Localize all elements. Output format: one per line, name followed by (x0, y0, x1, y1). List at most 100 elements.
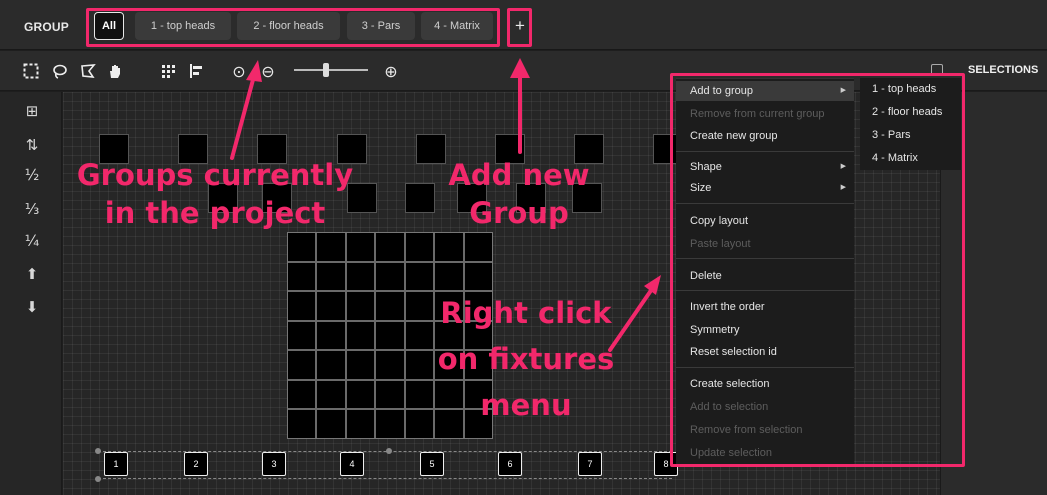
numbered-fixture[interactable]: 4 (340, 452, 364, 476)
numbered-fixture[interactable]: 2 (184, 452, 208, 476)
menu-item-create-selection[interactable]: Create selection (676, 374, 854, 394)
matrix-cell[interactable] (317, 351, 345, 379)
matrix-cell[interactable] (405, 292, 434, 320)
align-icon[interactable] (186, 60, 208, 82)
half-icon[interactable]: ½ (19, 164, 45, 186)
matrix-cell[interactable] (376, 262, 404, 291)
matrix-cell[interactable] (288, 233, 316, 261)
tab-floor-heads[interactable]: 2 - floor heads (237, 12, 340, 40)
numbered-fixture[interactable]: 7 (578, 452, 602, 476)
zoom-out-icon[interactable]: ⊖ (257, 60, 279, 82)
selection-handle[interactable] (95, 476, 101, 482)
zoom-slider-track[interactable] (294, 69, 368, 71)
zoom-slider-handle[interactable] (323, 63, 329, 77)
matrix-cell[interactable] (435, 262, 463, 291)
swap-order-icon[interactable]: ⇅ (19, 134, 45, 156)
menu-item-add-to-group[interactable]: Add to group ▶ (676, 81, 854, 101)
matrix-cell[interactable] (435, 351, 463, 379)
matrix-cell[interactable] (317, 292, 345, 320)
submenu-item-pars[interactable]: 3 - Pars (860, 124, 961, 146)
matrix-cell[interactable] (435, 321, 463, 350)
matrix-cell[interactable] (346, 292, 375, 320)
matrix-cell[interactable] (435, 410, 463, 438)
matrix-cell[interactable] (464, 292, 492, 320)
polygon-select-icon[interactable] (77, 60, 99, 82)
hand-pan-icon[interactable] (104, 60, 126, 82)
menu-item-reset-selection-id[interactable]: Reset selection id (676, 342, 854, 362)
fixture[interactable] (574, 134, 604, 164)
move-up-icon[interactable]: ⬆ (19, 263, 45, 285)
matrix-cell[interactable] (376, 380, 404, 409)
matrix-cell[interactable] (317, 233, 345, 261)
matrix-cell[interactable] (376, 292, 404, 320)
numbered-fixture[interactable]: 8 (654, 452, 678, 476)
lasso-icon[interactable] (49, 60, 71, 82)
matrix-cell[interactable] (405, 410, 434, 438)
matrix-cell[interactable] (288, 380, 316, 409)
matrix-cell[interactable] (288, 410, 316, 438)
tab-pars[interactable]: 3 - Pars (347, 12, 415, 40)
matrix-cell[interactable] (376, 351, 404, 379)
matrix-cell[interactable] (405, 262, 434, 291)
matrix-cell[interactable] (405, 380, 434, 409)
matrix-cell[interactable] (376, 410, 404, 438)
fixture[interactable] (337, 134, 367, 164)
matrix-cell[interactable] (317, 380, 345, 409)
menu-item-copy-layout[interactable]: Copy layout (676, 211, 854, 231)
menu-item-create-new-group[interactable]: Create new group (676, 126, 854, 146)
matrix-cell[interactable] (405, 321, 434, 350)
fixture[interactable] (257, 134, 287, 164)
matrix-cell[interactable] (317, 410, 345, 438)
matrix-cell[interactable] (464, 321, 492, 350)
quarter-icon[interactable]: ¼ (19, 230, 45, 252)
matrix-cell[interactable] (464, 351, 492, 379)
matrix-cell[interactable] (317, 321, 345, 350)
numbered-fixture[interactable]: 3 (262, 452, 286, 476)
matrix-cell[interactable] (376, 233, 404, 261)
matrix-cell[interactable] (464, 262, 492, 291)
matrix-cell[interactable] (464, 233, 492, 261)
rect-select-icon[interactable] (20, 60, 42, 82)
tab-all[interactable]: All (94, 12, 124, 40)
submenu-item-top-heads[interactable]: 1 - top heads (860, 78, 961, 100)
matrix-cell[interactable] (435, 380, 463, 409)
matrix-cell[interactable] (435, 292, 463, 320)
fixture[interactable] (457, 183, 487, 213)
panel-toggle-icon[interactable] (931, 64, 943, 76)
third-icon[interactable]: ⅓ (19, 198, 45, 220)
numbered-fixture[interactable]: 5 (420, 452, 444, 476)
matrix-cell[interactable] (346, 262, 375, 291)
tab-top-heads[interactable]: 1 - top heads (135, 12, 231, 40)
matrix-cell[interactable] (346, 233, 375, 261)
matrix-cell[interactable] (346, 410, 375, 438)
menu-item-symmetry[interactable]: Symmetry (676, 320, 854, 340)
fixture[interactable] (178, 134, 208, 164)
zoom-in-icon[interactable]: ⊕ (380, 60, 402, 82)
matrix-cell[interactable] (288, 351, 316, 379)
submenu-item-floor-heads[interactable]: 2 - floor heads (860, 101, 961, 123)
numbered-fixture[interactable]: 6 (498, 452, 522, 476)
matrix-cell[interactable] (346, 380, 375, 409)
matrix-cell[interactable] (405, 351, 434, 379)
move-down-icon[interactable]: ⬇ (19, 296, 45, 318)
matrix-cell[interactable] (317, 262, 345, 291)
matrix-cell[interactable] (288, 292, 316, 320)
selection-handle[interactable] (95, 448, 101, 454)
fixture[interactable] (347, 183, 377, 213)
fixture[interactable] (99, 134, 129, 164)
numbered-fixture[interactable]: 1 (104, 452, 128, 476)
fixture[interactable] (495, 134, 525, 164)
matrix-cell[interactable] (288, 321, 316, 350)
grid-arrange-icon[interactable] (158, 60, 180, 82)
matrix-cell[interactable] (464, 410, 492, 438)
submenu-item-matrix[interactable]: 4 - Matrix (860, 147, 961, 169)
fixture[interactable] (405, 183, 435, 213)
fixture[interactable] (416, 134, 446, 164)
menu-item-size[interactable]: Size ▶ (676, 178, 854, 198)
zoom-fit-icon[interactable]: ⊙ (228, 60, 250, 82)
menu-item-delete[interactable]: Delete (676, 266, 854, 286)
fixture[interactable] (262, 183, 292, 213)
matrix-cell[interactable] (464, 380, 492, 409)
matrix-cell[interactable] (346, 351, 375, 379)
matrix-cell[interactable] (288, 262, 316, 291)
